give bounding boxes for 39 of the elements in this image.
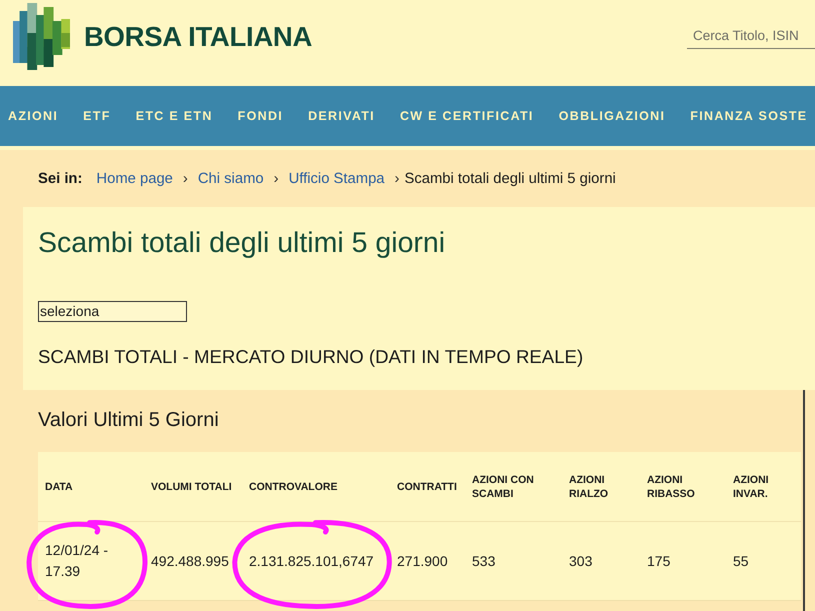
table-cell: 271.900 xyxy=(390,522,465,600)
table-cell: 2.131.825.101,6747 xyxy=(242,522,390,600)
table-cell: 303 xyxy=(562,522,640,600)
table-cell: 492.488.995 xyxy=(144,522,242,600)
column-header: DATA xyxy=(38,452,144,522)
nav-link[interactable]: DERIVATI xyxy=(308,109,375,123)
column-header: CONTRATTI xyxy=(390,452,465,522)
nav-link[interactable]: ETF xyxy=(83,109,111,123)
breadcrumb-separator: › xyxy=(274,170,279,186)
column-header: VOLUMI TOTALI xyxy=(144,452,242,522)
select-field[interactable]: seleziona xyxy=(38,301,187,322)
column-header: AZIONI CON SCAMBI xyxy=(465,452,562,522)
table-cell: 175 xyxy=(640,522,726,600)
table-cell: 533 xyxy=(465,522,562,600)
brand-name: BORSA ITALIANA xyxy=(84,21,312,53)
search-field[interactable]: Cerca Titolo, ISIN xyxy=(687,24,815,48)
breadcrumb-link[interactable]: Home page xyxy=(96,170,173,186)
column-header: CONTROVALORE xyxy=(242,452,390,522)
nav-link[interactable]: CW E CERTIFICATI xyxy=(400,109,534,123)
nav-link[interactable]: FONDI xyxy=(238,109,284,123)
section-heading: SCAMBI TOTALI - MERCATO DIURNO (DATI IN TEMPO REALE) xyxy=(38,345,584,368)
page-title: Scambi totali degli ultimi 5 giorni xyxy=(38,228,446,259)
column-header: AZIONI INVAR. xyxy=(726,452,801,522)
breadcrumb-label: Sei in: xyxy=(38,170,82,186)
breadcrumb-link[interactable]: Chi siamo xyxy=(198,170,264,186)
breadcrumb-current: Scambi totali degli ultimi 5 giorni xyxy=(404,170,616,186)
table-title: Valori Ultimi 5 Giorni xyxy=(37,408,219,431)
table-cell: 12/01/24 - 17.39 xyxy=(38,522,144,600)
nav-link[interactable]: FINANZA SOSTE xyxy=(690,109,808,123)
nav-link[interactable]: OBBLIGAZIONI xyxy=(558,109,666,123)
column-header: AZIONI RIALZO xyxy=(562,452,640,522)
nav-link[interactable]: AZIONI xyxy=(8,109,58,123)
breadcrumb-separator: › xyxy=(182,170,188,186)
breadcrumb-link[interactable]: Ufficio Stampa xyxy=(288,170,385,186)
column-header: AZIONI RIBASSO xyxy=(640,452,726,522)
nav-link[interactable]: ETC E ETN xyxy=(136,109,213,123)
breadcrumb-separator: › xyxy=(394,170,400,186)
logo-icon xyxy=(13,3,70,70)
table-cell: 55 xyxy=(726,522,801,600)
